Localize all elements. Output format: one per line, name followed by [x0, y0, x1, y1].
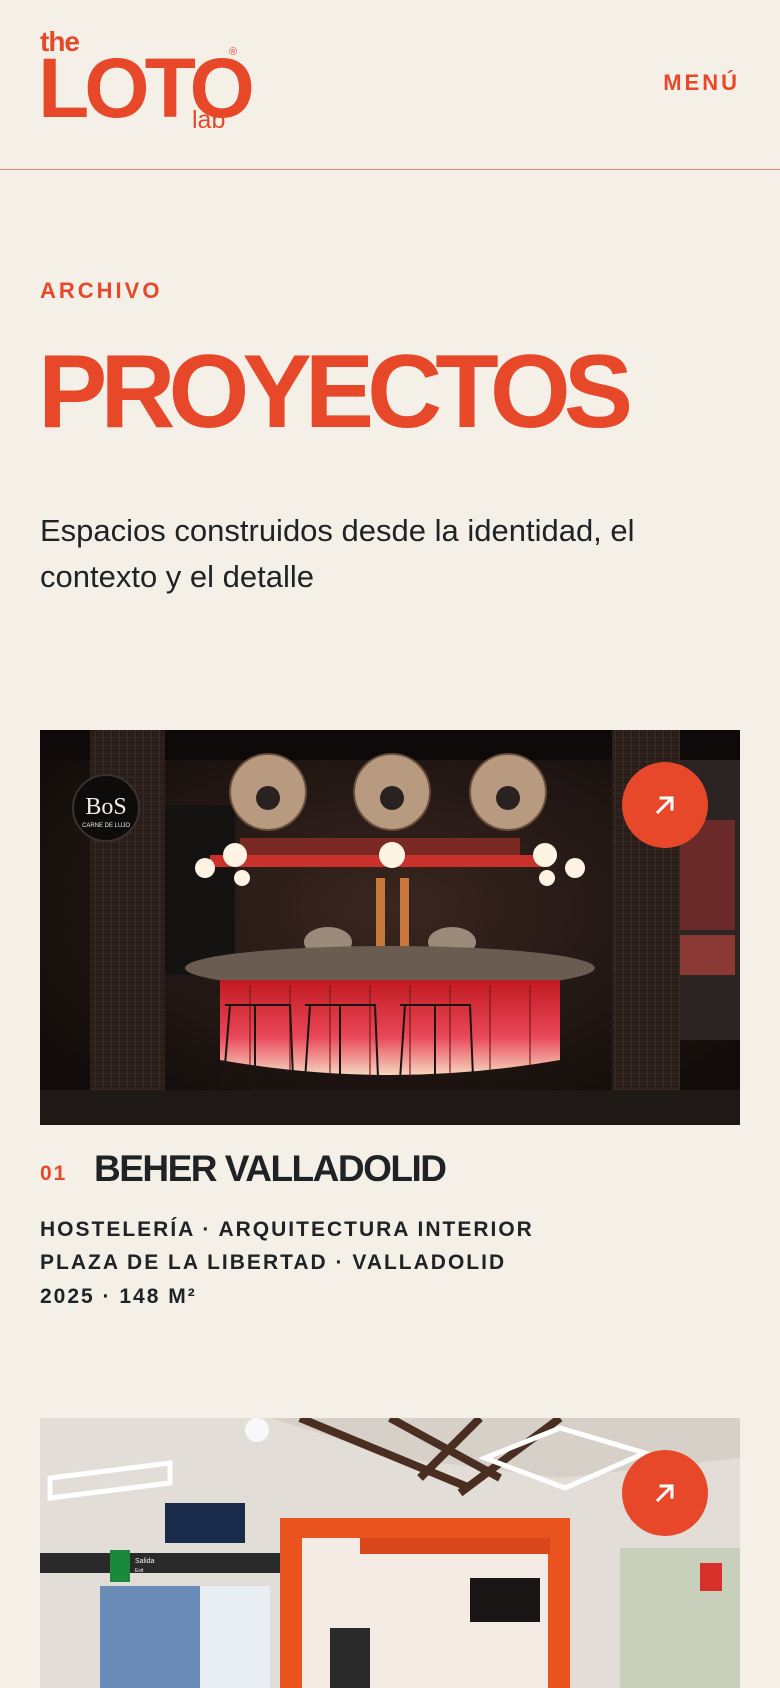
arrow-up-right-icon [655, 796, 674, 815]
project-image-2[interactable]: Salida Exit [40, 1418, 740, 1688]
page-subtitle: Espacios construidos desde la identidad,… [40, 513, 635, 594]
logo-registered-mark: ® [229, 46, 238, 58]
exit-sign-sub: Exit [135, 1568, 144, 1574]
open-project-button[interactable] [622, 762, 708, 848]
project-image-beher-valladolid[interactable]: BoS CARNE DE LUJO [40, 730, 740, 1125]
project-meta-year-area: 2025 · 148 M² [40, 1285, 197, 1308]
station-cafe-photo: Salida Exit [40, 1418, 740, 1688]
bos-sign-text: BoS [85, 794, 126, 820]
arrow-up-right-icon [655, 1484, 674, 1503]
page-title: PROYECTOS [38, 334, 633, 450]
project-meta-type: HOSTELERÍA · ARQUITECTURA INTERIOR [40, 1218, 534, 1241]
logo-lab-text: lab [192, 106, 226, 134]
project-title[interactable]: BEHER VALLADOLID [94, 1148, 447, 1190]
project-number: 01 [40, 1162, 68, 1185]
menu-button[interactable]: MENÚ [663, 70, 740, 96]
section-eyebrow: ARCHIVO [40, 278, 163, 303]
loto-lab-logo[interactable]: the LOTO ® lab [38, 22, 255, 137]
site-header: the LOTO ® lab MENÚ [0, 0, 780, 170]
bos-sign-tagline: CARNE DE LUJO [82, 823, 130, 829]
project-meta-location: PLAZA DE LA LIBERTAD · VALLADOLID [40, 1251, 507, 1274]
exit-sign-label: Salida [135, 1558, 155, 1565]
open-project-button-2[interactable] [622, 1450, 708, 1536]
